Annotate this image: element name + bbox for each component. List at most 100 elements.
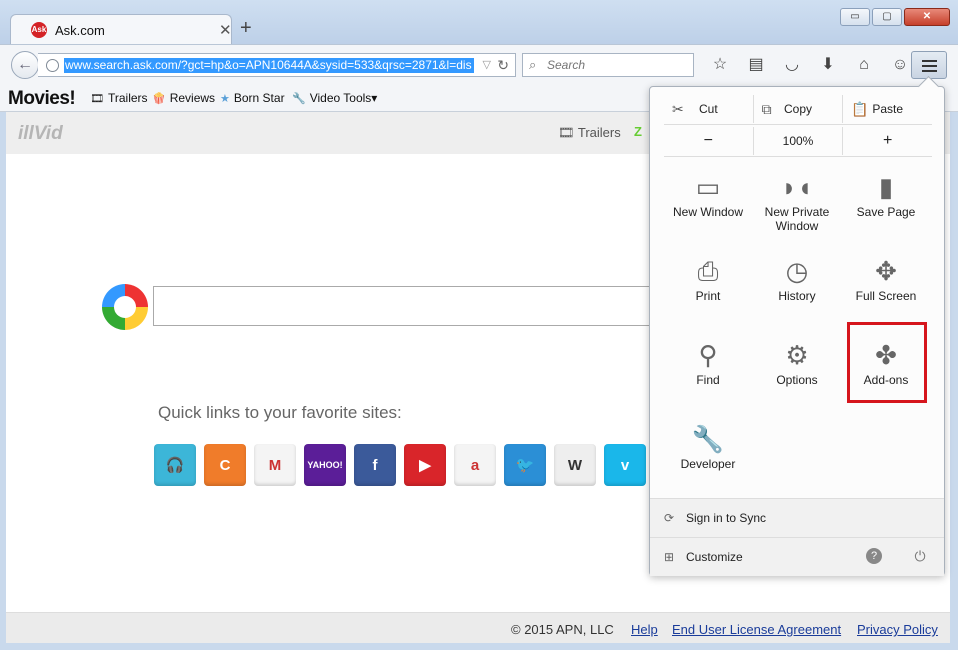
search-input[interactable] — [547, 57, 687, 73]
back-button[interactable]: ← — [11, 51, 39, 79]
pocket-icon[interactable]: ◡ — [774, 54, 810, 76]
url-bar[interactable]: www.search.ask.com/?gct=hp&o=APN10644A&s… — [38, 53, 516, 77]
copyright-text: © 2015 APN, LLC — [511, 622, 614, 637]
eula-link[interactable]: End User License Agreement — [672, 622, 841, 637]
bookmark-video-tools[interactable]: 🔧 Video Tools▾ — [292, 91, 377, 105]
wrench-icon: 🔧 — [691, 424, 725, 454]
film-icon: 🎞 — [90, 93, 104, 105]
bookmark-star-icon[interactable]: ☆ — [702, 54, 738, 76]
illivid-logo[interactable]: illVid — [18, 123, 63, 145]
quit-icon[interactable]: ⏻ — [912, 548, 928, 564]
home-icon[interactable]: ⌂ — [846, 54, 882, 76]
wrench-icon: 🔧 — [292, 93, 306, 105]
youtube-icon: ▶ — [419, 457, 431, 474]
options-button[interactable]: ⚙ Options — [753, 337, 841, 415]
gmail-icon: M — [268, 456, 282, 474]
tab-ask[interactable]: Ask Ask.com ✕ — [10, 14, 232, 44]
site-nav-trailers[interactable]: 🎞 Trailers — [558, 125, 621, 141]
firefox-menu-panel: ✂ Cut ⧉ Copy 📋 Paste − 100% + ▭ New Window ◗… — [649, 86, 945, 576]
download-icon[interactable]: ⬇ — [810, 54, 846, 76]
menu-bar-line — [922, 60, 937, 62]
plus-box-icon: ⊞ — [664, 550, 675, 564]
page-icon: ▮ — [878, 172, 894, 202]
twitter-icon: 🐦 — [515, 457, 535, 474]
close-window-button[interactable]: ✕ — [904, 8, 950, 26]
quick-links: 🎧 C M YAHOO! f ▶ a 🐦 Wv — [154, 444, 646, 486]
quicklink-facebook[interactable]: f — [354, 444, 396, 486]
new-tab-button[interactable]: + — [240, 17, 252, 40]
cut-button[interactable]: ✂ Cut — [664, 95, 753, 123]
zoom-in-button[interactable]: + — [842, 127, 932, 155]
quicklink-headphones[interactable]: 🎧 — [154, 444, 196, 486]
quicklink-youtube[interactable]: ▶ — [404, 444, 446, 486]
title-bar: Ask Ask.com ✕ + ▭ ▢ ✕ — [0, 0, 958, 44]
popcorn-icon: 🍿 — [152, 93, 166, 105]
clipboard-icon: 📋 — [851, 100, 869, 117]
window-controls: ▭ ▢ ✕ — [840, 8, 950, 26]
edit-controls: ✂ Cut ⧉ Copy 📋 Paste — [664, 95, 932, 123]
paste-button[interactable]: 📋 Paste — [842, 95, 932, 123]
zoom-out-button[interactable]: − — [664, 127, 753, 155]
quicklink-yahoo[interactable]: YAHOO! — [304, 444, 346, 486]
bookmarks-list-icon[interactable]: ▤ — [738, 54, 774, 76]
bookmark-reviews[interactable]: 🍿 Reviews — [152, 91, 215, 105]
quicklink-c-app[interactable]: C — [204, 444, 246, 486]
copy-icon: ⧉ — [761, 100, 772, 117]
search-bar[interactable]: ⌕ — [522, 53, 694, 77]
quicklink-vimeo[interactable]: v — [604, 444, 646, 486]
open-menu-button[interactable] — [911, 51, 947, 79]
divider — [664, 156, 932, 157]
page-footer: © 2015 APN, LLC Help End User License Ag… — [6, 612, 950, 643]
help-link[interactable]: Help — [631, 622, 658, 637]
url-text[interactable]: www.search.ask.com/?gct=hp&o=APN10644A&s… — [64, 58, 474, 73]
new-window-button[interactable]: ▭ New Window — [664, 169, 752, 247]
privacy-policy-link[interactable]: Privacy Policy — [857, 622, 938, 637]
quicklink-twitter[interactable]: 🐦 — [504, 444, 546, 486]
site-z-icon[interactable]: Z — [634, 124, 642, 139]
menu-bar-line — [922, 70, 937, 72]
bookmark-trailers[interactable]: 🎞 Trailers — [90, 91, 148, 105]
history-button[interactable]: ◷ History — [753, 253, 841, 331]
bookmark-born-star[interactable]: ★ Born Star — [220, 91, 285, 105]
new-private-window-button[interactable]: ◗◖ New Private Window — [753, 169, 841, 247]
scissors-icon: ✂ — [672, 100, 684, 117]
help-icon[interactable]: ? — [866, 548, 882, 564]
navigation-toolbar: ← www.search.ask.com/?gct=hp&o=APN10644A… — [0, 44, 958, 84]
addons-highlight-box — [847, 322, 927, 403]
quicklink-amazon[interactable]: a — [454, 444, 496, 486]
print-button[interactable]: ⎙ Print — [664, 253, 752, 331]
customize-row: ⊞ Customize ? ⏻ — [650, 537, 944, 576]
quicklink-wikipedia[interactable]: W — [554, 444, 596, 486]
toolbar-icons: ☆ ▤ ◡ ⬇ ⌂ ☺ — [702, 54, 918, 76]
movies-logo[interactable]: Movies! — [8, 88, 76, 110]
customize-button[interactable]: ⊞ Customize — [664, 550, 743, 564]
developer-button[interactable]: 🔧 Developer — [664, 421, 752, 499]
sync-row: ⟳ Sign in to Sync — [650, 498, 944, 537]
star-icon: ★ — [220, 93, 230, 105]
minimize-button[interactable]: ▭ — [840, 8, 870, 26]
quicklink-gmail[interactable]: M — [254, 444, 296, 486]
sign-in-sync-button[interactable]: ⟳ Sign in to Sync — [664, 511, 766, 525]
yahoo-icon: YAHOO! — [307, 460, 343, 470]
full-screen-button[interactable]: ✥ Full Screen — [842, 253, 930, 331]
c-app-icon: C — [219, 456, 231, 474]
maximize-button[interactable]: ▢ — [872, 8, 902, 26]
wikipedia-icon: W — [567, 456, 583, 474]
menu-bar-line — [922, 65, 937, 67]
save-page-button[interactable]: ▮ Save Page — [842, 169, 930, 247]
printer-icon: ⎙ — [697, 256, 719, 286]
url-dropdown-icon[interactable]: ▽ — [483, 58, 491, 71]
zoom-reset-button[interactable]: 100% — [752, 127, 843, 155]
search-icon: ⌕ — [529, 57, 537, 72]
window-icon: ▭ — [695, 172, 721, 202]
vimeo-icon: v — [620, 456, 630, 474]
mask-icon: ◗◖ — [781, 172, 813, 202]
reload-icon[interactable]: ↻ — [497, 57, 509, 74]
find-button[interactable]: ⚲ Find — [664, 337, 752, 415]
copy-button[interactable]: ⧉ Copy — [752, 95, 843, 123]
tab-close-icon[interactable]: ✕ — [219, 21, 232, 39]
ask-favicon-icon: Ask — [31, 22, 47, 38]
clock-icon: ◷ — [785, 256, 809, 286]
main-search-input[interactable] — [153, 286, 653, 326]
zoom-controls: − 100% + — [664, 127, 932, 155]
